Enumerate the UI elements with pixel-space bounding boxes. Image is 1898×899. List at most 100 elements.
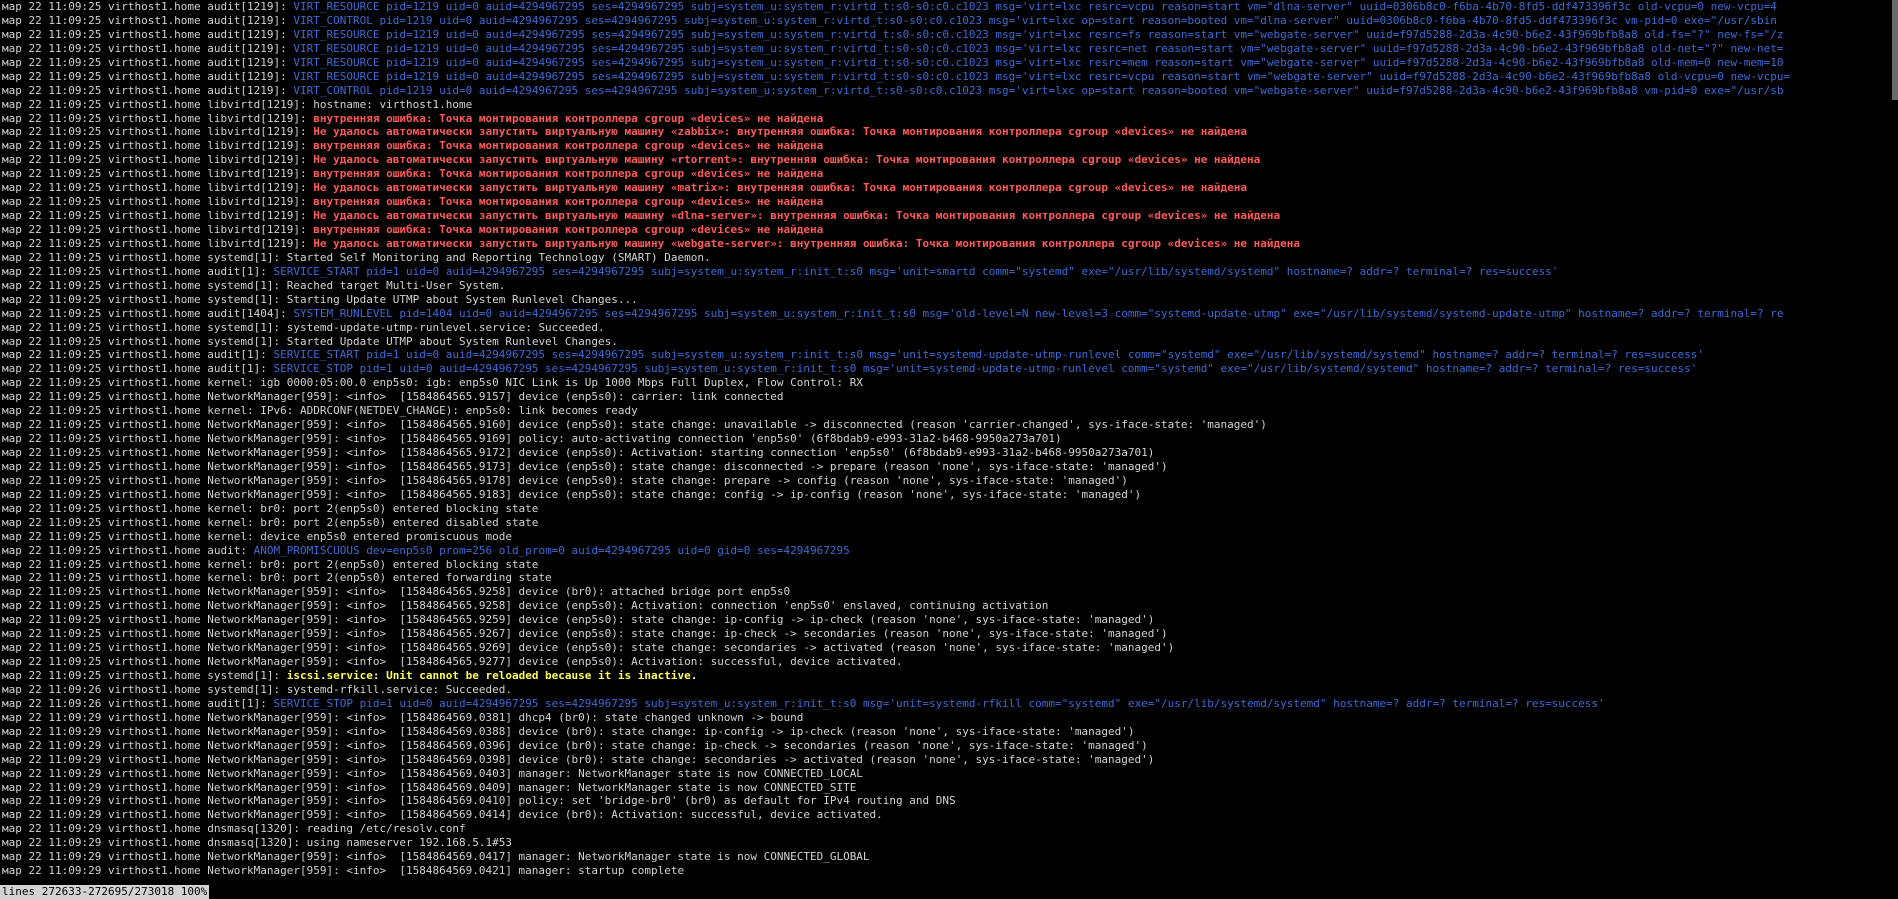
log-line: мар 22 11:09:25 virthost1.home systemd[1… bbox=[0, 669, 1898, 683]
log-line: мар 22 11:09:29 virthost1.home NetworkMa… bbox=[0, 711, 1898, 725]
log-line-message: SERVICE_STOP pid=1 uid=0 auid=4294967295… bbox=[273, 696, 1605, 710]
log-line-message: br0: port 2(enp5s0) entered blocking sta… bbox=[260, 501, 539, 515]
log-line-prefix: мар 22 11:09:29 virthost1.home NetworkMa… bbox=[2, 752, 347, 766]
log-line-message: Не удалось автоматически запустить вирту… bbox=[313, 236, 1301, 250]
log-line: мар 22 11:09:25 virthost1.home NetworkMa… bbox=[0, 627, 1898, 641]
log-line-message: <info> [1584864569.0417] manager: Networ… bbox=[346, 850, 870, 864]
log-line-prefix: мар 22 11:09:25 virthost1.home systemd[1… bbox=[2, 250, 287, 264]
log-line: мар 22 11:09:29 virthost1.home NetworkMa… bbox=[0, 808, 1898, 822]
log-line-message: igb 0000:05:00.0 enp5s0: igb: enp5s0 NIC… bbox=[260, 376, 863, 390]
log-line-prefix: мар 22 11:09:25 virthost1.home NetworkMa… bbox=[2, 585, 347, 599]
log-line-prefix: мар 22 11:09:25 virthost1.home libvirtd[… bbox=[2, 111, 314, 125]
log-line-message: SERVICE_START pid=1 uid=0 auid=429496729… bbox=[273, 348, 1705, 362]
log-line-message: br0: port 2(enp5s0) entered forwarding s… bbox=[260, 571, 552, 585]
log-line-message: <info> [1584864569.0409] manager: Networ… bbox=[346, 780, 857, 794]
log-line: мар 22 11:09:29 virthost1.home NetworkMa… bbox=[0, 864, 1898, 878]
log-line-message: <info> [1584864565.9258] device (br0): a… bbox=[346, 585, 791, 599]
log-line-message: systemd-rfkill.service: Succeeded. bbox=[286, 682, 512, 696]
log-line-prefix: мар 22 11:09:25 virthost1.home NetworkMa… bbox=[2, 432, 347, 446]
log-line-message: using nameserver 192.168.5.1#53 bbox=[306, 836, 512, 850]
log-line-message: <info> [1584864565.9178] device (enp5s0)… bbox=[346, 473, 1128, 487]
log-line: мар 22 11:09:25 virthost1.home NetworkMa… bbox=[0, 446, 1898, 460]
log-line-prefix: мар 22 11:09:29 virthost1.home NetworkMa… bbox=[2, 738, 347, 752]
log-line: мар 22 11:09:25 virthost1.home NetworkMa… bbox=[0, 655, 1898, 669]
log-line-prefix: мар 22 11:09:25 virthost1.home audit[1]: bbox=[2, 264, 274, 278]
log-line-prefix: мар 22 11:09:25 virthost1.home systemd[1… bbox=[2, 292, 287, 306]
log-line-message: VIRT_RESOURCE pid=1219 uid=0 auid=429496… bbox=[293, 55, 1784, 69]
log-line: мар 22 11:09:25 virthost1.home libvirtd[… bbox=[0, 153, 1898, 167]
log-line-prefix: мар 22 11:09:25 virthost1.home systemd[1… bbox=[2, 334, 287, 348]
log-line-prefix: мар 22 11:09:25 virthost1.home audit[121… bbox=[2, 13, 294, 27]
log-line-prefix: мар 22 11:09:25 virthost1.home libvirtd[… bbox=[2, 153, 314, 167]
log-line-message: IPv6: ADDRCONF(NETDEV_CHANGE): enp5s0: l… bbox=[260, 404, 638, 418]
log-line-prefix: мар 22 11:09:25 virthost1.home NetworkMa… bbox=[2, 655, 347, 669]
log-line-message: внутренняя ошибка: Точка монтирования ко… bbox=[313, 195, 824, 209]
log-line-prefix: мар 22 11:09:25 virthost1.home kernel: bbox=[2, 404, 261, 418]
log-line: мар 22 11:09:25 virthost1.home kernel: I… bbox=[0, 404, 1898, 418]
log-line-prefix: мар 22 11:09:25 virthost1.home libvirtd[… bbox=[2, 181, 314, 195]
log-line-message: <info> [1584864565.9258] device (enp5s0)… bbox=[346, 599, 1049, 613]
log-line: мар 22 11:09:25 virthost1.home audit[1]:… bbox=[0, 348, 1898, 362]
log-line-prefix: мар 22 11:09:26 virthost1.home systemd[1… bbox=[2, 682, 287, 696]
log-line-prefix: мар 22 11:09:25 virthost1.home audit[121… bbox=[2, 55, 294, 69]
log-line-prefix: мар 22 11:09:25 virthost1.home NetworkMa… bbox=[2, 599, 347, 613]
log-line: мар 22 11:09:25 virthost1.home libvirtd[… bbox=[0, 125, 1898, 139]
log-line-prefix: мар 22 11:09:25 virthost1.home systemd[1… bbox=[2, 278, 287, 292]
log-line-message: <info> [1584864569.0421] manager: startu… bbox=[346, 864, 685, 878]
log-line: мар 22 11:09:25 virthost1.home libvirtd[… bbox=[0, 237, 1898, 251]
log-line: мар 22 11:09:29 virthost1.home NetworkMa… bbox=[0, 794, 1898, 808]
log-line-prefix: мар 22 11:09:25 virthost1.home NetworkMa… bbox=[2, 446, 347, 459]
log-line-prefix: мар 22 11:09:25 virthost1.home NetworkMa… bbox=[2, 473, 347, 487]
log-line-prefix: мар 22 11:09:25 virthost1.home kernel: bbox=[2, 501, 261, 515]
log-line-prefix: мар 22 11:09:25 virthost1.home audit[121… bbox=[2, 69, 294, 83]
log-line-message: SYSTEM_RUNLEVEL pid=1404 uid=0 auid=4294… bbox=[293, 306, 1784, 320]
log-line-prefix: мар 22 11:09:25 virthost1.home NetworkMa… bbox=[2, 613, 347, 627]
log-line-prefix: мар 22 11:09:29 virthost1.home NetworkMa… bbox=[2, 724, 347, 738]
log-line: мар 22 11:09:25 virthost1.home audit[121… bbox=[0, 14, 1898, 28]
log-line-prefix: мар 22 11:09:25 virthost1.home audit: bbox=[2, 543, 254, 557]
log-line: мар 22 11:09:25 virthost1.home NetworkMa… bbox=[0, 599, 1898, 613]
journal-log-view[interactable]: мар 22 11:09:25 virthost1.home audit[121… bbox=[0, 0, 1898, 884]
log-line: мар 22 11:09:25 virthost1.home libvirtd[… bbox=[0, 167, 1898, 181]
log-line-message: Не удалось автоматически запустить вирту… bbox=[313, 153, 1261, 167]
log-line-message: внутренняя ошибка: Точка монтирования ко… bbox=[313, 111, 824, 125]
log-line: мар 22 11:09:25 virthost1.home systemd[1… bbox=[0, 279, 1898, 293]
log-line-prefix: мар 22 11:09:25 virthost1.home libvirtd[… bbox=[2, 236, 314, 250]
log-line-message: <info> [1584864565.9277] device (enp5s0)… bbox=[346, 655, 903, 669]
log-line-prefix: мар 22 11:09:25 virthost1.home kernel: bbox=[2, 529, 261, 543]
log-line-message: <info> [1584864569.0398] device (br0): s… bbox=[346, 752, 1155, 766]
log-line-message: VIRT_RESOURCE pid=1219 uid=0 auid=429496… bbox=[293, 69, 1791, 83]
log-line: мар 22 11:09:25 virthost1.home libvirtd[… bbox=[0, 181, 1898, 195]
log-line: мар 22 11:09:25 virthost1.home kernel: b… bbox=[0, 502, 1898, 516]
log-line: мар 22 11:09:25 virthost1.home audit[121… bbox=[0, 42, 1898, 56]
log-line-message: <info> [1584864569.0381] dhcp4 (br0): st… bbox=[346, 710, 804, 724]
log-line: мар 22 11:09:25 virthost1.home systemd[1… bbox=[0, 335, 1898, 349]
log-line: мар 22 11:09:25 virthost1.home audit: AN… bbox=[0, 544, 1898, 558]
log-line: мар 22 11:09:25 virthost1.home NetworkMa… bbox=[0, 418, 1898, 432]
log-line: мар 22 11:09:25 virthost1.home libvirtd[… bbox=[0, 209, 1898, 223]
log-line-prefix: мар 22 11:09:25 virthost1.home NetworkMa… bbox=[2, 390, 347, 404]
log-line-message: Не удалось автоматически запустить вирту… bbox=[313, 181, 1248, 195]
log-line-message: Не удалось автоматически запустить вирту… bbox=[313, 209, 1281, 223]
log-line-message: VIRT_RESOURCE pid=1219 uid=0 auid=429496… bbox=[293, 27, 1784, 41]
log-line: мар 22 11:09:25 virthost1.home libvirtd[… bbox=[0, 139, 1898, 153]
log-line: мар 22 11:09:29 virthost1.home NetworkMa… bbox=[0, 850, 1898, 864]
log-line-prefix: мар 22 11:09:25 virthost1.home NetworkMa… bbox=[2, 418, 347, 432]
log-line-message: <info> [1584864565.9259] device (enp5s0)… bbox=[346, 613, 1155, 627]
log-line-message: внутренняя ошибка: Точка монтирования ко… bbox=[313, 223, 824, 236]
scrollbar-thumb[interactable] bbox=[1892, 0, 1898, 100]
log-line-message: <info> [1584864565.9173] device (enp5s0)… bbox=[346, 459, 1168, 473]
log-line-message: внутренняя ошибка: Точка монтирования ко… bbox=[313, 167, 824, 181]
log-line-message: br0: port 2(enp5s0) entered blocking sta… bbox=[260, 557, 539, 571]
log-line-prefix: мар 22 11:09:25 virthost1.home NetworkMa… bbox=[2, 627, 347, 641]
log-line: мар 22 11:09:25 virthost1.home kernel: b… bbox=[0, 571, 1898, 585]
log-line-message: SERVICE_START pid=1 uid=0 auid=429496729… bbox=[273, 264, 1559, 278]
log-line-message: <info> [1584864565.9160] device (enp5s0)… bbox=[346, 418, 1267, 432]
log-line-prefix: мар 22 11:09:29 virthost1.home NetworkMa… bbox=[2, 808, 347, 822]
log-line: мар 22 11:09:29 virthost1.home dnsmasq[1… bbox=[0, 822, 1898, 836]
log-line-message: hostname: virthost1.home bbox=[313, 97, 473, 111]
log-line: мар 22 11:09:25 virthost1.home audit[121… bbox=[0, 0, 1898, 14]
log-line: мар 22 11:09:26 virthost1.home audit[1]:… bbox=[0, 697, 1898, 711]
log-line: мар 22 11:09:25 virthost1.home NetworkMa… bbox=[0, 390, 1898, 404]
log-line: мар 22 11:09:25 virthost1.home audit[121… bbox=[0, 70, 1898, 84]
